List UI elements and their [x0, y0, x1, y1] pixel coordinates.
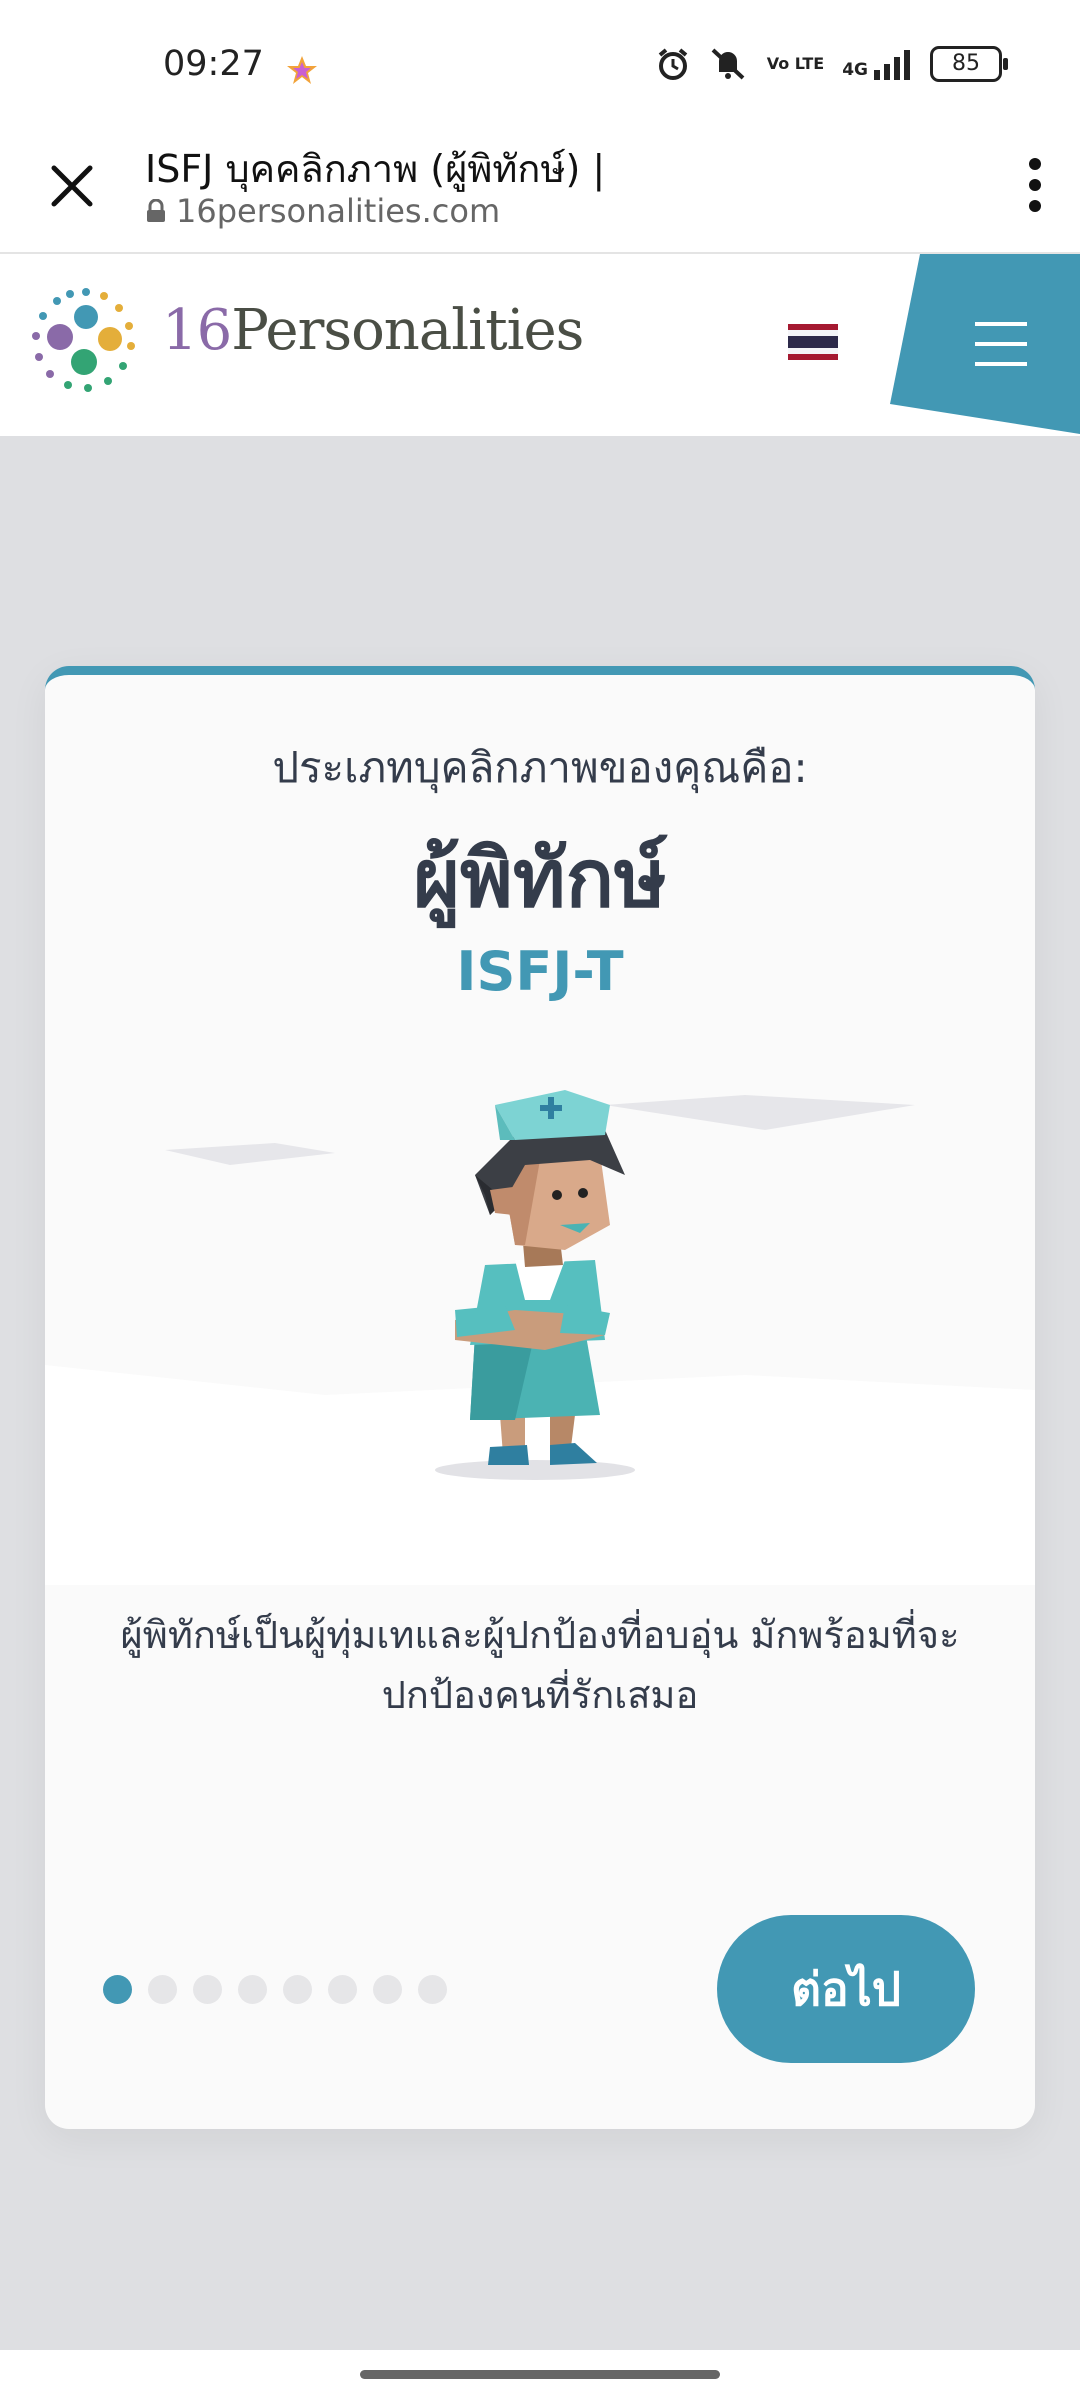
app-star-icon [287, 56, 317, 84]
brand-text: Personalities [231, 298, 584, 363]
pagination-dot-7[interactable] [373, 1975, 402, 2004]
pagination-dot-2[interactable] [148, 1975, 177, 2004]
pagination-dot-4[interactable] [238, 1975, 267, 2004]
pagination-dot-8[interactable] [418, 1975, 447, 2004]
volte-indicator: Vo LTE [766, 54, 825, 73]
home-gesture-handle[interactable] [360, 2370, 720, 2379]
personality-description: ผู้พิทักษ์เป็นผู้ทุ่มเทและผู้ปกป้องที่อบ… [120, 1613, 960, 1717]
pagination-dot-5[interactable] [283, 1975, 312, 2004]
status-bar: 09:27 Vo LTE 4G 85 [0, 0, 1080, 130]
brand-number: 16 [162, 298, 232, 363]
logo-icon[interactable] [26, 284, 146, 404]
page-title: ISFJ บุคคลิกภาพ (ผู้พิทักษ์) | [145, 147, 606, 191]
mute-icon [711, 48, 745, 80]
personality-code: ISFJ-T [456, 940, 624, 1003]
url-text: 16personalities.com [176, 192, 501, 230]
status-time: 09:27 [163, 44, 264, 84]
pagination-dot-6[interactable] [328, 1975, 357, 2004]
network-type: 4G [842, 60, 868, 80]
site-header: 16Personalities [0, 254, 1080, 434]
pagination-dot-1[interactable] [103, 1975, 132, 2004]
battery-indicator: 85 [930, 46, 1008, 82]
thailand-flag-icon[interactable] [788, 324, 838, 360]
menu-button[interactable] [890, 254, 1080, 434]
signal-icon: 4G [842, 48, 912, 80]
browser-bar: ISFJ บุคคลิกภาพ (ผู้พิทักษ์) | 16persona… [0, 130, 1080, 254]
defender-illustration [45, 1090, 1035, 1585]
pagination-dot-3[interactable] [193, 1975, 222, 2004]
pagination-dots [103, 1975, 447, 2004]
alarm-icon [658, 48, 688, 80]
close-icon[interactable] [40, 154, 104, 218]
lock-icon [147, 199, 165, 222]
personality-name: ผู้พิทักษ์ [413, 832, 667, 925]
main-area: ประเภทบุคลิกภาพของคุณคือ: ผู้พิทักษ์ ISF… [0, 436, 1080, 2350]
next-button[interactable]: ต่อไป [717, 1915, 975, 2063]
more-options-icon[interactable] [1010, 150, 1060, 220]
brand-name[interactable]: 16Personalities [162, 298, 584, 363]
navigation-bar [0, 2350, 1080, 2400]
personality-card: ประเภทบุคลิกภาพของคุณคือ: ผู้พิทักษ์ ISF… [45, 666, 1035, 2129]
url-display[interactable]: 16personalities.com [146, 192, 500, 230]
card-subtitle: ประเภทบุคลิกภาพของคุณคือ: [272, 743, 808, 792]
